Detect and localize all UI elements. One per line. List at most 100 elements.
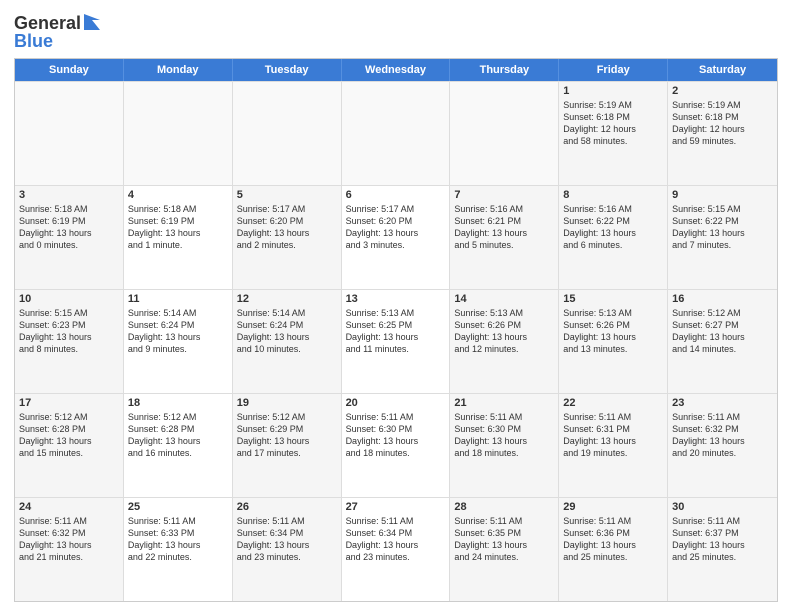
day-number: 16 (672, 293, 773, 305)
day-number: 22 (563, 397, 663, 409)
cal-cell-7: 7 Sunrise: 5:16 AMSunset: 6:21 PMDaylight… (450, 186, 559, 289)
day-number: 1 (563, 85, 663, 97)
day-number: 5 (237, 189, 337, 201)
cell-info: Sunrise: 5:11 AMSunset: 6:31 PMDaylight:… (563, 411, 663, 460)
cell-info: Sunrise: 5:11 AMSunset: 6:34 PMDaylight:… (237, 515, 337, 564)
calendar-row-4: 24 Sunrise: 5:11 AMSunset: 6:32 PMDayligh… (15, 497, 777, 601)
cell-info: Sunrise: 5:15 AMSunset: 6:23 PMDaylight:… (19, 307, 119, 356)
header: General Blue (14, 10, 778, 52)
cell-info: Sunrise: 5:11 AMSunset: 6:30 PMDaylight:… (454, 411, 554, 460)
day-number: 7 (454, 189, 554, 201)
cal-cell-empty-0-0 (15, 82, 124, 185)
cal-cell-14: 14Sunrise: 5:13 AMSunset: 6:26 PMDayligh… (450, 290, 559, 393)
cell-info: Sunrise: 5:11 AMSunset: 6:32 PMDaylight:… (672, 411, 773, 460)
cal-cell-9: 9 Sunrise: 5:15 AMSunset: 6:22 PMDaylight… (668, 186, 777, 289)
cal-cell-22: 22 Sunrise: 5:11 AMSunset: 6:31 PMDayligh… (559, 394, 668, 497)
day-number: 4 (128, 189, 228, 201)
cal-cell-5: 5 Sunrise: 5:17 AMSunset: 6:20 PMDaylight… (233, 186, 342, 289)
cal-cell-18: 18 Sunrise: 5:12 AMSunset: 6:28 PMDayligh… (124, 394, 233, 497)
day-number: 29 (563, 501, 663, 513)
header-day-tuesday: Tuesday (233, 59, 342, 81)
header-day-sunday: Sunday (15, 59, 124, 81)
cell-info: Sunrise: 5:11 AMSunset: 6:30 PMDaylight:… (346, 411, 446, 460)
cell-info: Sunrise: 5:19 AMSunset: 6:18 PMDaylight:… (563, 99, 663, 148)
cell-info: Sunrise: 5:11 AMSunset: 6:34 PMDaylight:… (346, 515, 446, 564)
cell-info: Sunrise: 5:17 AMSunset: 6:20 PMDaylight:… (346, 203, 446, 252)
cal-cell-28: 28 Sunrise: 5:11 AMSunset: 6:35 PMDayligh… (450, 498, 559, 601)
calendar-row-3: 17 Sunrise: 5:12 AMSunset: 6:28 PMDayligh… (15, 393, 777, 497)
cal-cell-empty-0-2 (233, 82, 342, 185)
header-day-thursday: Thursday (450, 59, 559, 81)
day-number: 23 (672, 397, 773, 409)
day-number: 9 (672, 189, 773, 201)
day-number: 6 (346, 189, 446, 201)
cell-info: Sunrise: 5:15 AMSunset: 6:22 PMDaylight:… (672, 203, 773, 252)
calendar-row-2: 10 Sunrise: 5:15 AMSunset: 6:23 PMDayligh… (15, 289, 777, 393)
cal-cell-24: 24 Sunrise: 5:11 AMSunset: 6:32 PMDayligh… (15, 498, 124, 601)
cell-info: Sunrise: 5:11 AMSunset: 6:37 PMDaylight:… (672, 515, 773, 564)
cell-info: Sunrise: 5:12 AMSunset: 6:27 PMDaylight:… (672, 307, 773, 356)
cell-info: Sunrise: 5:11 AMSunset: 6:33 PMDaylight:… (128, 515, 228, 564)
header-day-monday: Monday (124, 59, 233, 81)
calendar-header: SundayMondayTuesdayWednesdayThursdayFrid… (15, 59, 777, 81)
cal-cell-1: 1 Sunrise: 5:19 AMSunset: 6:18 PMDaylight… (559, 82, 668, 185)
day-number: 27 (346, 501, 446, 513)
cal-cell-3: 3Sunrise: 5:18 AMSunset: 6:19 PMDaylight… (15, 186, 124, 289)
calendar: SundayMondayTuesdayWednesdayThursdayFrid… (14, 58, 778, 602)
day-number: 25 (128, 501, 228, 513)
cell-info: Sunrise: 5:11 AMSunset: 6:35 PMDaylight:… (454, 515, 554, 564)
day-number: 15 (563, 293, 663, 305)
cal-cell-empty-0-4 (450, 82, 559, 185)
cal-cell-11: 11Sunrise: 5:14 AMSunset: 6:24 PMDayligh… (124, 290, 233, 393)
header-day-wednesday: Wednesday (342, 59, 451, 81)
cell-info: Sunrise: 5:13 AMSunset: 6:26 PMDaylight:… (454, 307, 554, 356)
cal-cell-12: 12Sunrise: 5:14 AMSunset: 6:24 PMDayligh… (233, 290, 342, 393)
cell-info: Sunrise: 5:17 AMSunset: 6:20 PMDaylight:… (237, 203, 337, 252)
cal-cell-empty-0-1 (124, 82, 233, 185)
day-number: 17 (19, 397, 119, 409)
day-number: 13 (346, 293, 446, 305)
cell-info: Sunrise: 5:16 AMSunset: 6:21 PMDaylight:… (454, 203, 554, 252)
cell-info: Sunrise: 5:12 AMSunset: 6:29 PMDaylight:… (237, 411, 337, 460)
cal-cell-25: 25 Sunrise: 5:11 AMSunset: 6:33 PMDayligh… (124, 498, 233, 601)
day-number: 30 (672, 501, 773, 513)
cell-info: Sunrise: 5:12 AMSunset: 6:28 PMDaylight:… (128, 411, 228, 460)
logo: General Blue (14, 14, 102, 52)
calendar-row-1: 3Sunrise: 5:18 AMSunset: 6:19 PMDaylight… (15, 185, 777, 289)
day-number: 8 (563, 189, 663, 201)
cal-cell-10: 10 Sunrise: 5:15 AMSunset: 6:23 PMDayligh… (15, 290, 124, 393)
cell-info: Sunrise: 5:19 AMSunset: 6:18 PMDaylight:… (672, 99, 773, 148)
day-number: 19 (237, 397, 337, 409)
cell-info: Sunrise: 5:13 AMSunset: 6:26 PMDaylight:… (563, 307, 663, 356)
day-number: 11 (128, 293, 228, 305)
cal-cell-16: 16 Sunrise: 5:12 AMSunset: 6:27 PMDayligh… (668, 290, 777, 393)
cal-cell-15: 15 Sunrise: 5:13 AMSunset: 6:26 PMDayligh… (559, 290, 668, 393)
cal-cell-26: 26 Sunrise: 5:11 AMSunset: 6:34 PMDayligh… (233, 498, 342, 601)
logo-text-blue: Blue (14, 32, 102, 52)
cell-info: Sunrise: 5:16 AMSunset: 6:22 PMDaylight:… (563, 203, 663, 252)
cell-info: Sunrise: 5:11 AMSunset: 6:32 PMDaylight:… (19, 515, 119, 564)
cal-cell-29: 29 Sunrise: 5:11 AMSunset: 6:36 PMDayligh… (559, 498, 668, 601)
cal-cell-8: 8 Sunrise: 5:16 AMSunset: 6:22 PMDaylight… (559, 186, 668, 289)
cell-info: Sunrise: 5:11 AMSunset: 6:36 PMDaylight:… (563, 515, 663, 564)
cell-info: Sunrise: 5:14 AMSunset: 6:24 PMDaylight:… (237, 307, 337, 356)
cell-info: Sunrise: 5:12 AMSunset: 6:28 PMDaylight:… (19, 411, 119, 460)
day-number: 28 (454, 501, 554, 513)
cell-info: Sunrise: 5:18 AMSunset: 6:19 PMDaylight:… (19, 203, 119, 252)
cal-cell-17: 17 Sunrise: 5:12 AMSunset: 6:28 PMDayligh… (15, 394, 124, 497)
day-number: 24 (19, 501, 119, 513)
day-number: 10 (19, 293, 119, 305)
header-day-saturday: Saturday (668, 59, 777, 81)
day-number: 2 (672, 85, 773, 97)
cal-cell-20: 20Sunrise: 5:11 AMSunset: 6:30 PMDayligh… (342, 394, 451, 497)
calendar-body: 1 Sunrise: 5:19 AMSunset: 6:18 PMDaylight… (15, 81, 777, 601)
cal-cell-empty-0-3 (342, 82, 451, 185)
cal-cell-30: 30 Sunrise: 5:11 AMSunset: 6:37 PMDayligh… (668, 498, 777, 601)
cal-cell-6: 6 Sunrise: 5:17 AMSunset: 6:20 PMDaylight… (342, 186, 451, 289)
cell-info: Sunrise: 5:13 AMSunset: 6:25 PMDaylight:… (346, 307, 446, 356)
page: General Blue SundayMondayTuesdayWednesda… (0, 0, 792, 612)
cell-info: Sunrise: 5:18 AMSunset: 6:19 PMDaylight:… (128, 203, 228, 252)
day-number: 26 (237, 501, 337, 513)
day-number: 21 (454, 397, 554, 409)
day-number: 18 (128, 397, 228, 409)
